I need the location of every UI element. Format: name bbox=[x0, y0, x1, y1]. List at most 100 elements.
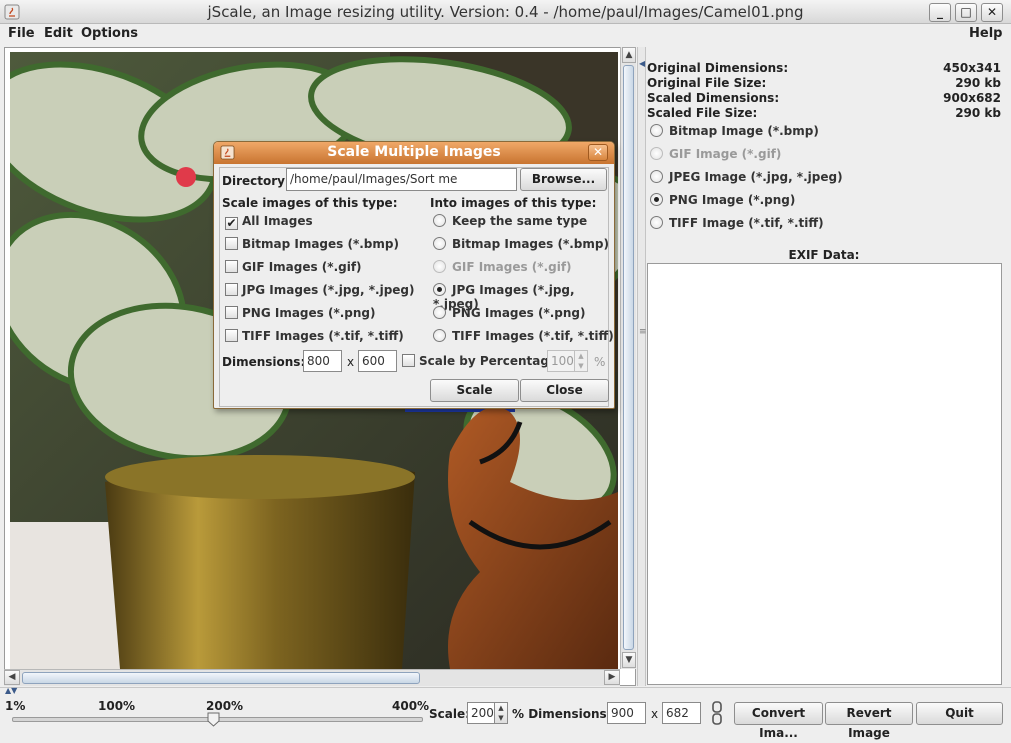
scroll-left-arrow-icon[interactable]: ◀ bbox=[4, 670, 20, 685]
scale-input[interactable]: 200 bbox=[467, 702, 495, 724]
expand-arrows-icon[interactable]: ▲▼ bbox=[5, 686, 17, 695]
source-type-tiff[interactable]: TIFF Images (*.tif, *.tiff) bbox=[225, 329, 404, 343]
target-type-tiff[interactable]: TIFF Images (*.tif, *.tiff) bbox=[433, 329, 614, 343]
height-input[interactable]: 682 bbox=[662, 702, 701, 724]
menu-edit[interactable]: Edit bbox=[44, 26, 73, 41]
radio-icon[interactable] bbox=[433, 237, 446, 250]
checkbox-icon[interactable] bbox=[225, 283, 238, 296]
source-label-png: PNG Images (*.png) bbox=[242, 306, 376, 320]
format-radio-png[interactable]: PNG Image (*.png) bbox=[650, 193, 795, 207]
radio-selected-icon[interactable] bbox=[433, 283, 446, 296]
vertical-scrollbar[interactable]: ▲ ▼ bbox=[620, 47, 636, 669]
format-label-bmp: Bitmap Image (*.bmp) bbox=[669, 124, 819, 138]
checkbox-icon[interactable] bbox=[225, 260, 238, 273]
spinner-down-arrow-icon[interactable]: ▼ bbox=[495, 713, 507, 723]
exif-data-label: EXIF Data: bbox=[788, 248, 860, 262]
split-pane-divider[interactable]: ◀ ≡ bbox=[637, 47, 647, 686]
format-radio-jpeg[interactable]: JPEG Image (*.jpg, *.jpeg) bbox=[650, 170, 843, 184]
source-type-gif[interactable]: GIF Images (*.gif) bbox=[225, 260, 362, 274]
checkbox-icon[interactable] bbox=[402, 354, 415, 367]
minimize-button[interactable]: _ bbox=[929, 3, 951, 22]
target-type-bmp[interactable]: Bitmap Images (*.bmp) bbox=[433, 237, 609, 251]
menu-bar: File Edit Options Help bbox=[0, 24, 1011, 44]
original-file-size-label: Original File Size: bbox=[647, 76, 767, 90]
close-window-button[interactable]: ✕ bbox=[981, 3, 1003, 22]
source-label-jpg: JPG Images (*.jpg, *.jpeg) bbox=[242, 283, 415, 297]
scaled-dimensions-label: Scaled Dimensions: bbox=[647, 91, 780, 105]
scale-slider-thumb[interactable] bbox=[207, 712, 220, 727]
radio-icon[interactable] bbox=[433, 329, 446, 342]
spinner-up-arrow-icon[interactable]: ▲ bbox=[495, 703, 507, 713]
revert-image-button[interactable]: Revert Image bbox=[825, 702, 913, 740]
scaled-file-size-value: 290 kb bbox=[955, 106, 1001, 120]
horizontal-scroll-thumb[interactable] bbox=[22, 672, 420, 684]
source-type-jpg[interactable]: JPG Images (*.jpg, *.jpeg) bbox=[225, 283, 415, 297]
format-label-png: PNG Image (*.png) bbox=[669, 193, 796, 207]
format-radio-tiff[interactable]: TIFF Image (*.tif, *.tiff) bbox=[650, 216, 824, 230]
grip-icon: ≡ bbox=[639, 327, 647, 337]
directory-label: Directory: bbox=[222, 174, 290, 188]
source-type-bmp[interactable]: Bitmap Images (*.bmp) bbox=[225, 237, 399, 251]
scale-button[interactable]: Scale bbox=[430, 379, 519, 402]
radio-icon[interactable] bbox=[433, 214, 446, 227]
maximize-button[interactable]: □ bbox=[955, 3, 977, 22]
target-type-same[interactable]: Keep the same type bbox=[433, 214, 587, 228]
dialog-close-icon[interactable]: ✕ bbox=[588, 144, 608, 161]
dialog-close-button[interactable]: Close bbox=[520, 379, 609, 402]
original-dimensions-label: Original Dimensions: bbox=[647, 61, 789, 75]
radio-icon[interactable] bbox=[650, 170, 663, 183]
checkbox-icon[interactable] bbox=[225, 237, 238, 250]
format-label-tiff: TIFF Image (*.tif, *.tiff) bbox=[669, 216, 824, 230]
quit-button[interactable]: Quit bbox=[916, 702, 1003, 725]
format-label-gif: GIF Image (*.gif) bbox=[669, 147, 782, 161]
source-label-gif: GIF Images (*.gif) bbox=[242, 260, 362, 274]
radio-selected-icon[interactable] bbox=[650, 193, 663, 206]
scale-label: Scale: bbox=[429, 707, 470, 721]
menu-options[interactable]: Options bbox=[81, 26, 138, 41]
checkbox-icon[interactable] bbox=[225, 329, 238, 342]
dialog-title-bar[interactable]: Scale Multiple Images ✕ bbox=[214, 142, 614, 164]
radio-icon[interactable] bbox=[650, 216, 663, 229]
menu-help[interactable]: Help bbox=[969, 26, 1002, 41]
scroll-right-arrow-icon[interactable]: ▶ bbox=[604, 670, 620, 685]
spinner-up-arrow-icon: ▲ bbox=[578, 352, 584, 360]
slider-tick-400: 400% bbox=[392, 699, 430, 713]
exif-data-area[interactable] bbox=[647, 263, 1002, 685]
original-dimensions-value: 450x341 bbox=[943, 61, 1001, 75]
browse-button[interactable]: Browse... bbox=[520, 168, 607, 191]
dimensions-label: Dimensions: bbox=[222, 355, 306, 369]
target-label-png: PNG Images (*.png) bbox=[452, 306, 586, 320]
percent-dimensions-label: % Dimensions: bbox=[512, 707, 612, 721]
checkbox-icon[interactable] bbox=[225, 306, 238, 319]
radio-icon[interactable] bbox=[433, 306, 446, 319]
radio-icon[interactable] bbox=[650, 124, 663, 137]
spinner-down-arrow-icon: ▼ bbox=[578, 362, 584, 370]
scroll-up-arrow-icon[interactable]: ▲ bbox=[622, 47, 636, 63]
slider-tick-200: 200% bbox=[206, 699, 244, 713]
source-type-png[interactable]: PNG Images (*.png) bbox=[225, 306, 376, 320]
scroll-down-arrow-icon[interactable]: ▼ bbox=[622, 652, 636, 668]
checkbox-checked-icon[interactable]: ✔ bbox=[225, 217, 238, 230]
window-title: jScale, an Image resizing utility. Versi… bbox=[207, 3, 804, 21]
dialog-width-input[interactable]: 800 bbox=[303, 350, 342, 372]
width-input[interactable]: 900 bbox=[607, 702, 646, 724]
target-label-tiff: TIFF Images (*.tif, *.tiff) bbox=[452, 329, 614, 343]
horizontal-scrollbar[interactable]: ◀ ▶ bbox=[4, 669, 620, 686]
directory-input[interactable]: /home/paul/Images/Sort me bbox=[286, 168, 517, 191]
dialog-height-input[interactable]: 600 bbox=[358, 350, 397, 372]
menu-file[interactable]: File bbox=[8, 26, 35, 41]
source-type-all[interactable]: ✔ All Images bbox=[225, 214, 313, 230]
slider-tick-1: 1% bbox=[5, 699, 26, 713]
original-file-size-value: 290 kb bbox=[955, 76, 1001, 90]
scale-spinner[interactable]: ▲ ▼ bbox=[494, 702, 508, 724]
title-bar: jScale, an Image resizing utility. Versi… bbox=[0, 0, 1011, 24]
scale-multiple-images-dialog: Scale Multiple Images ✕ Directory: /home… bbox=[213, 141, 615, 409]
format-radio-bmp[interactable]: Bitmap Image (*.bmp) bbox=[650, 124, 819, 138]
scaled-file-size-label: Scaled File Size: bbox=[647, 106, 758, 120]
scale-by-percentage-checkbox[interactable]: Scale by Percentage: bbox=[402, 354, 562, 368]
target-type-png[interactable]: PNG Images (*.png) bbox=[433, 306, 586, 320]
collapse-left-arrow-icon[interactable]: ◀ bbox=[639, 59, 645, 68]
chain-link-icon[interactable] bbox=[711, 701, 723, 725]
vertical-scroll-thumb[interactable] bbox=[623, 65, 634, 650]
convert-image-button[interactable]: Convert Ima... bbox=[734, 702, 823, 740]
